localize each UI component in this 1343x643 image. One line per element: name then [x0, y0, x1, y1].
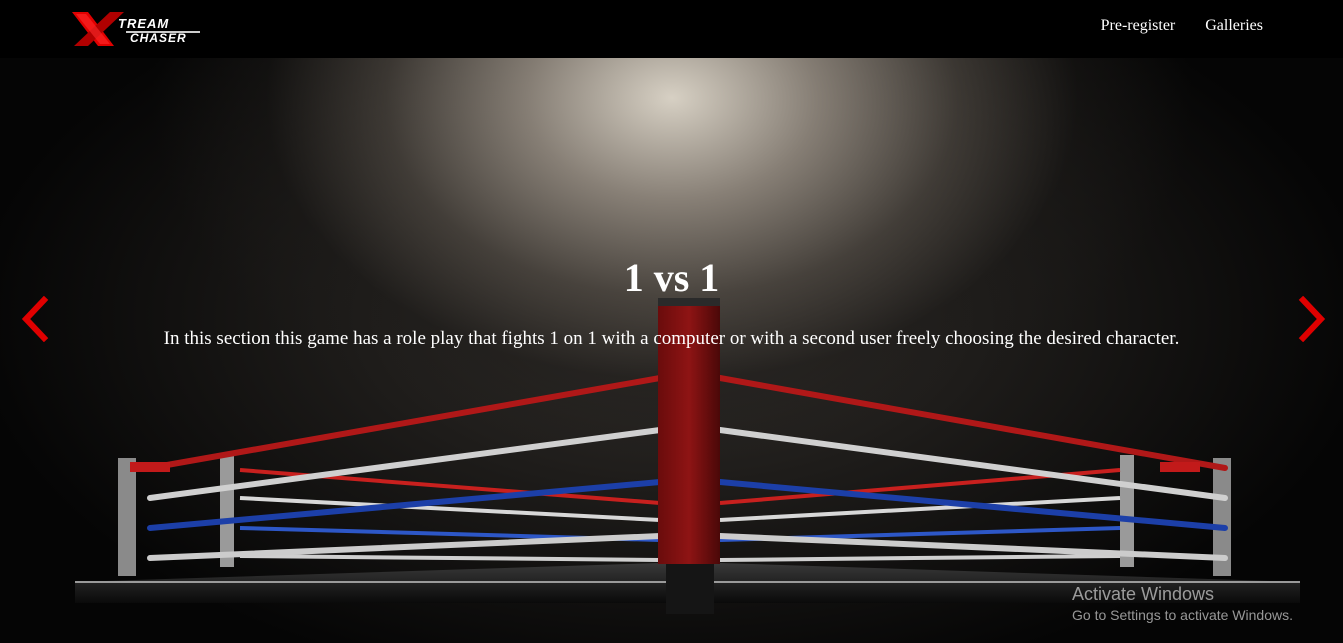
slide-description: In this section this game has a role pla… [163, 328, 1180, 349]
logo-word-bottom: CHASER [130, 31, 187, 45]
chevron-right-icon [1298, 295, 1326, 343]
logo-x-icon [72, 12, 124, 46]
carousel-prev-button[interactable] [18, 295, 52, 343]
logo-word-top: TREAM [118, 16, 169, 31]
left-back-post [118, 458, 136, 576]
watermark-title: Activate Windows [1072, 584, 1215, 604]
chevron-left-icon [21, 295, 49, 343]
boxing-ring-image [75, 298, 1300, 614]
left-inner-post [220, 455, 234, 567]
activate-windows-watermark: Activate Windows Go to Settings to activ… [1072, 584, 1293, 623]
logo-stripe [126, 31, 200, 33]
carousel-next-button[interactable] [1295, 295, 1329, 343]
post-base [666, 564, 714, 614]
nav-link-pre-register[interactable]: Pre-register [1101, 17, 1176, 35]
nav-link-galleries[interactable]: Galleries [1205, 17, 1263, 35]
right-inner-post [1120, 455, 1134, 567]
top-navbar: TREAM CHASER Pre-register Galleries [0, 0, 1343, 58]
watermark-subtitle: Go to Settings to activate Windows. [1072, 607, 1293, 623]
slide-title: 1 vs 1 [623, 255, 720, 300]
hero-carousel: 1 vs 1 In this section this game has a r… [0, 58, 1343, 643]
nav-links: Pre-register Galleries [1101, 17, 1263, 35]
xtream-chaser-logo[interactable]: TREAM CHASER [66, 8, 206, 50]
